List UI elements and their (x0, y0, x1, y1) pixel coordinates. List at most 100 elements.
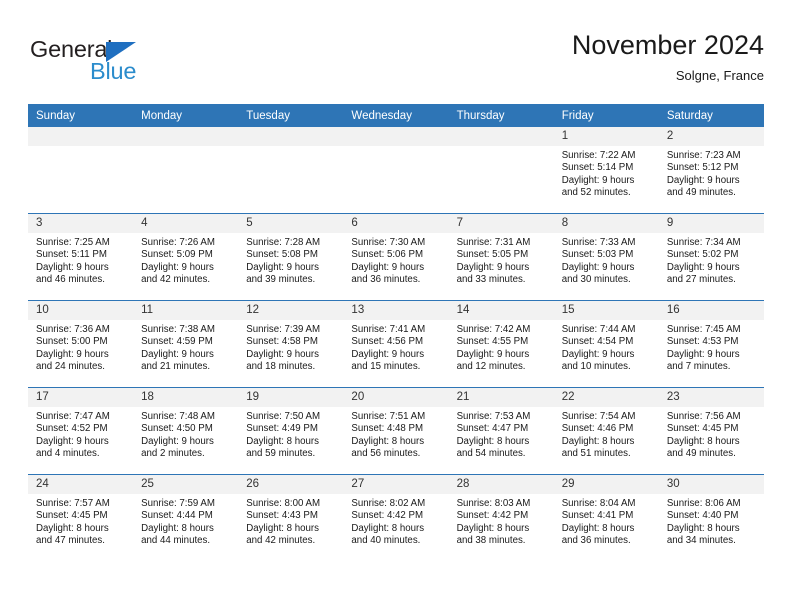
day-cell[interactable]: 5 Sunrise: 7:28 AM Sunset: 5:08 PM Daylight… (238, 213, 344, 301)
daylight-text-line2: and 24 minutes. (36, 361, 105, 373)
sunset-text: Sunset: 4:45 PM (36, 510, 108, 522)
daylight-text-line1: Daylight: 9 hours (666, 261, 740, 273)
sunrise-text: Sunrise: 7:42 AM (456, 324, 531, 335)
day-details: Sunrise: 7:53 AM Sunset: 4:47 PM Daylight:… (449, 407, 554, 461)
day-details: Sunrise: 7:51 AM Sunset: 4:48 PM Daylight:… (343, 407, 448, 461)
day-number (448, 127, 554, 146)
sunrise-text: Sunrise: 8:00 AM (246, 498, 321, 509)
day-details (343, 146, 448, 150)
day-details: Sunrise: 7:41 AM Sunset: 4:56 PM Daylight:… (343, 320, 448, 374)
daylight-text-line1: Daylight: 8 hours (246, 435, 319, 447)
day-cell[interactable]: 18 Sunrise: 7:48 AM Sunset: 4:50 PM Dayligh… (133, 387, 239, 475)
daylight-text-line1: Daylight: 8 hours (456, 522, 530, 534)
sunrise-text: Sunrise: 7:33 AM (561, 237, 636, 248)
day-cell[interactable]: 2 Sunrise: 7:23 AM Sunset: 5:12 PM Daylight… (658, 127, 764, 214)
sunrise-text: Sunrise: 7:50 AM (246, 411, 321, 422)
day-details (238, 146, 343, 150)
page-title: November 2024 (571, 30, 764, 60)
daylight-text-line1: Daylight: 9 hours (246, 261, 319, 273)
calendar-week-row: 3 Sunrise: 7:25 AM Sunset: 5:11 PM Daylight… (28, 213, 764, 301)
sunrise-text: Sunrise: 7:22 AM (561, 150, 636, 161)
day-details: Sunrise: 7:38 AM Sunset: 4:59 PM Daylight:… (133, 320, 238, 374)
daylight-text-line1: Daylight: 8 hours (666, 435, 740, 447)
day-number: 23 (658, 388, 764, 407)
day-number: 15 (553, 301, 659, 320)
daylight-text-line2: and 18 minutes. (246, 361, 316, 373)
daylight-text-line2: and 2 minutes. (141, 448, 205, 460)
daylight-text-line2: and 52 minutes. (561, 187, 631, 199)
day-details: Sunrise: 7:25 AM Sunset: 5:11 PM Daylight:… (28, 233, 133, 287)
sunrise-text: Sunrise: 8:02 AM (351, 498, 426, 509)
day-cell[interactable]: 17 Sunrise: 7:47 AM Sunset: 4:52 PM Dayligh… (28, 387, 134, 475)
daylight-text-line2: and 51 minutes. (561, 448, 631, 460)
daylight-text-line2: and 38 minutes. (456, 535, 526, 547)
day-number: 22 (553, 388, 659, 407)
day-cell[interactable]: 7 Sunrise: 7:31 AM Sunset: 5:05 PM Daylight… (448, 213, 554, 301)
daylight-text-line2: and 59 minutes. (246, 448, 316, 460)
sunset-text: Sunset: 4:42 PM (456, 510, 529, 522)
day-number (238, 127, 344, 146)
daylight-text-line2: and 33 minutes. (456, 274, 526, 286)
general-blue-logo[interactable]: General Blue (30, 36, 190, 92)
day-cell[interactable]: 12 Sunrise: 7:39 AM Sunset: 4:58 PM Dayligh… (238, 300, 344, 388)
day-cell[interactable]: 21 Sunrise: 7:53 AM Sunset: 4:47 PM Dayligh… (448, 387, 554, 475)
day-cell-empty (238, 127, 344, 214)
sunrise-text: Sunrise: 7:28 AM (246, 237, 321, 248)
day-cell[interactable]: 20 Sunrise: 7:51 AM Sunset: 4:48 PM Dayligh… (343, 387, 449, 475)
sunrise-text: Sunrise: 7:57 AM (36, 498, 110, 509)
daylight-text-line1: Daylight: 9 hours (36, 435, 109, 447)
day-cell[interactable]: 30 Sunrise: 8:06 AM Sunset: 4:40 PM Dayligh… (658, 474, 764, 561)
sunrise-text: Sunrise: 7:39 AM (246, 324, 321, 335)
day-cell-empty (343, 127, 449, 214)
sunset-text: Sunset: 4:58 PM (246, 336, 318, 348)
day-number: 2 (658, 127, 764, 146)
daylight-text-line1: Daylight: 9 hours (561, 261, 635, 273)
day-cell[interactable]: 26 Sunrise: 8:00 AM Sunset: 4:43 PM Dayligh… (238, 474, 344, 561)
daylight-text-line1: Daylight: 9 hours (456, 261, 530, 273)
day-cell[interactable]: 6 Sunrise: 7:30 AM Sunset: 5:06 PM Daylight… (343, 213, 449, 301)
day-cell[interactable]: 24 Sunrise: 7:57 AM Sunset: 4:45 PM Dayligh… (28, 474, 134, 561)
logo-text-blue: Blue (90, 58, 137, 84)
day-details: Sunrise: 7:26 AM Sunset: 5:09 PM Daylight:… (133, 233, 238, 287)
day-cell[interactable]: 13 Sunrise: 7:41 AM Sunset: 4:56 PM Dayligh… (343, 300, 449, 388)
sunrise-text: Sunrise: 7:51 AM (351, 411, 426, 422)
daylight-text-line2: and 42 minutes. (246, 535, 316, 547)
day-cell[interactable]: 28 Sunrise: 8:03 AM Sunset: 4:42 PM Dayligh… (448, 474, 554, 561)
sunrise-text: Sunrise: 8:03 AM (456, 498, 531, 509)
daylight-text-line2: and 42 minutes. (141, 274, 211, 286)
day-details: Sunrise: 7:22 AM Sunset: 5:14 PM Daylight:… (554, 146, 659, 200)
sunset-text: Sunset: 4:46 PM (561, 423, 634, 435)
day-cell[interactable]: 23 Sunrise: 7:56 AM Sunset: 4:45 PM Dayligh… (658, 387, 764, 475)
weekday-header-friday: Friday (553, 104, 659, 127)
sunset-text: Sunset: 4:53 PM (666, 336, 739, 348)
day-number: 8 (553, 214, 659, 233)
day-cell[interactable]: 22 Sunrise: 7:54 AM Sunset: 4:46 PM Dayligh… (553, 387, 659, 475)
day-details: Sunrise: 7:42 AM Sunset: 4:55 PM Daylight:… (449, 320, 554, 374)
day-cell[interactable]: 15 Sunrise: 7:44 AM Sunset: 4:54 PM Dayligh… (553, 300, 659, 388)
day-cell[interactable]: 11 Sunrise: 7:38 AM Sunset: 4:59 PM Dayligh… (133, 300, 239, 388)
day-number: 16 (658, 301, 764, 320)
daylight-text-line1: Daylight: 8 hours (666, 522, 740, 534)
sunrise-text: Sunrise: 7:48 AM (141, 411, 215, 422)
sunset-text: Sunset: 4:56 PM (351, 336, 424, 348)
day-cell[interactable]: 9 Sunrise: 7:34 AM Sunset: 5:02 PM Daylight… (658, 213, 764, 301)
day-cell[interactable]: 29 Sunrise: 8:04 AM Sunset: 4:41 PM Dayligh… (553, 474, 659, 561)
sunset-text: Sunset: 5:08 PM (246, 249, 318, 261)
day-cell[interactable]: 16 Sunrise: 7:45 AM Sunset: 4:53 PM Dayligh… (658, 300, 764, 388)
day-cell[interactable]: 3 Sunrise: 7:25 AM Sunset: 5:11 PM Daylight… (28, 213, 134, 301)
day-number: 4 (133, 214, 239, 233)
day-cell[interactable]: 8 Sunrise: 7:33 AM Sunset: 5:03 PM Daylight… (553, 213, 659, 301)
sunrise-text: Sunrise: 7:45 AM (666, 324, 741, 335)
day-cell[interactable]: 19 Sunrise: 7:50 AM Sunset: 4:49 PM Dayligh… (238, 387, 344, 475)
daylight-text-line2: and 40 minutes. (351, 535, 421, 547)
day-cell[interactable]: 25 Sunrise: 7:59 AM Sunset: 4:44 PM Dayligh… (133, 474, 239, 561)
day-number: 10 (28, 301, 134, 320)
day-number: 20 (343, 388, 449, 407)
day-cell[interactable]: 4 Sunrise: 7:26 AM Sunset: 5:09 PM Daylight… (133, 213, 239, 301)
day-cell[interactable]: 1 Sunrise: 7:22 AM Sunset: 5:14 PM Daylight… (553, 127, 659, 214)
day-cell[interactable]: 27 Sunrise: 8:02 AM Sunset: 4:42 PM Dayligh… (343, 474, 449, 561)
day-cell[interactable]: 14 Sunrise: 7:42 AM Sunset: 4:55 PM Dayligh… (448, 300, 554, 388)
weekday-header-monday: Monday (133, 104, 239, 127)
day-cell[interactable]: 10 Sunrise: 7:36 AM Sunset: 5:00 PM Dayligh… (28, 300, 134, 388)
daylight-text-line2: and 47 minutes. (36, 535, 105, 547)
